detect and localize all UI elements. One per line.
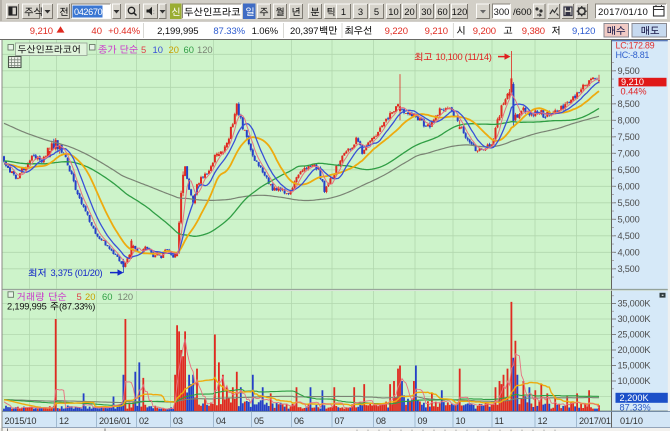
svg-text:5,500: 5,500 [618,198,640,208]
svg-text:2017/01/10: 2017/01/10 [598,7,648,18]
svg-text:2016/01: 2016/01 [99,416,131,426]
svg-text:10: 10 [153,44,163,55]
svg-text:9,200: 9,200 [473,26,496,37]
svg-text:6,000: 6,000 [618,182,640,192]
svg-text:10: 10 [388,6,398,17]
svg-text:01/10: 01/10 [620,416,643,426]
svg-text:09: 09 [418,416,428,426]
svg-text:0.44%: 0.44% [621,87,647,97]
svg-text:60: 60 [184,44,194,55]
svg-text:60: 60 [437,6,447,17]
svg-text:20: 20 [404,6,414,17]
svg-text:042670: 042670 [74,7,103,17]
svg-text:9,500: 9,500 [618,66,640,76]
svg-text:+0.44%: +0.44% [108,26,141,37]
svg-text:30,000K: 30,000K [618,314,652,324]
svg-text:03: 03 [173,416,183,426]
svg-text:5: 5 [77,291,82,302]
svg-text:9,220: 9,220 [385,26,408,37]
svg-text:12: 12 [59,416,69,426]
svg-text:04: 04 [216,416,226,426]
svg-text:/600: /600 [513,7,532,18]
svg-text:06: 06 [294,416,304,426]
svg-text:2,199,995: 2,199,995 [157,26,198,37]
svg-text:05: 05 [254,416,264,426]
svg-text:3: 3 [358,6,363,17]
svg-text:30: 30 [421,6,431,17]
svg-text:6,500: 6,500 [618,165,640,175]
svg-text:10,000K: 10,000K [618,376,652,386]
svg-text:08: 08 [376,416,386,426]
svg-text:3,375 (01/20): 3,375 (01/20) [51,267,103,278]
svg-text:9,120: 9,120 [572,26,595,37]
svg-text:20: 20 [169,44,179,55]
svg-text:300: 300 [494,6,510,17]
svg-text:5: 5 [374,6,379,17]
svg-text:10: 10 [456,416,466,426]
svg-text:2015/10: 2015/10 [5,416,37,426]
svg-text:20,000K: 20,000K [618,345,652,355]
svg-text:40: 40 [91,26,102,37]
svg-text:120: 120 [118,291,134,302]
svg-text:25,000K: 25,000K [618,330,652,340]
svg-text:20: 20 [85,291,95,302]
svg-text:35,000K: 35,000K [618,299,652,309]
svg-text:2,199,995: 2,199,995 [7,301,47,311]
svg-text:120: 120 [452,6,468,17]
svg-text:15,000K: 15,000K [618,361,652,371]
svg-text:7,500: 7,500 [618,132,640,142]
svg-text:02: 02 [139,416,149,426]
svg-text:87.33%: 87.33% [620,402,651,412]
svg-text:7,000: 7,000 [618,149,640,159]
svg-text:HC:-8.81: HC:-8.81 [616,50,650,60]
svg-text:9,210: 9,210 [425,26,448,37]
svg-text:3,500: 3,500 [618,264,640,274]
svg-text:9,380: 9,380 [522,26,545,37]
svg-text:60: 60 [102,291,112,302]
svg-text:2017/01: 2017/01 [579,416,611,426]
svg-text:(87.33%): (87.33%) [59,301,95,311]
svg-text:5: 5 [141,44,146,55]
svg-text:1: 1 [341,6,346,17]
svg-text:87.33%: 87.33% [213,26,245,37]
svg-text:4,000: 4,000 [618,248,640,258]
svg-text:07: 07 [335,416,345,426]
svg-text:20,397: 20,397 [290,26,318,37]
svg-text:11: 11 [495,416,504,426]
svg-text:120: 120 [197,44,213,55]
svg-text:12: 12 [538,416,548,426]
svg-text:8,500: 8,500 [618,99,640,109]
svg-text:5,000: 5,000 [618,215,640,225]
svg-text:9,210: 9,210 [30,26,53,37]
svg-text:4,500: 4,500 [618,231,640,241]
svg-text:LC:172.89: LC:172.89 [616,41,655,51]
svg-text:8,000: 8,000 [618,116,640,126]
svg-text:1.06%: 1.06% [252,26,279,37]
svg-text:10,100 (11/14): 10,100 (11/14) [436,51,492,62]
